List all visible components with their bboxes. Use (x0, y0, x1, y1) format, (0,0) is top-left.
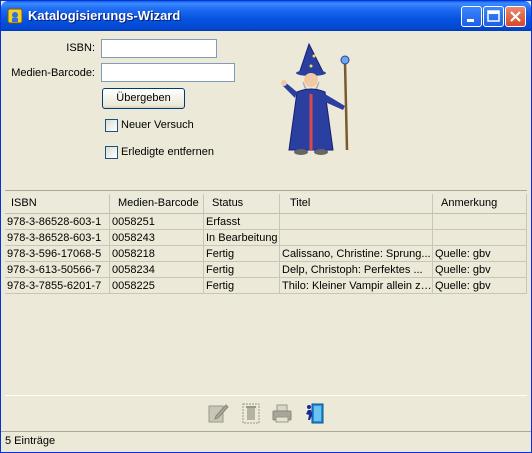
cell-status: Fertig (204, 278, 280, 294)
cell-isbn: 978-3-596-17068-5 (5, 246, 110, 262)
cell-title: Calissano, Christine: Sprung... (280, 246, 433, 262)
cell-isbn: 978-3-86528-603-1 (5, 214, 110, 230)
column-header-title[interactable]: Titel (280, 194, 433, 213)
isbn-input[interactable] (101, 39, 217, 58)
app-window: Katalogisierungs-Wizard ISBN: Medien-Bar… (0, 0, 532, 453)
cell-title (280, 214, 433, 230)
submit-button[interactable]: Übergeben (102, 88, 185, 109)
status-bar: 5 Einträge (1, 431, 531, 453)
column-header-isbn[interactable]: ISBN (5, 194, 110, 213)
table-row[interactable]: 978-3-86528-603-1 0058243 In Bearbeitung (5, 230, 527, 246)
minimize-button[interactable] (461, 6, 482, 27)
column-header-note[interactable]: Anmerkung (433, 194, 527, 213)
delete-icon[interactable] (240, 402, 262, 424)
wizard-mascot-icon (281, 42, 350, 155)
isbn-label: ISBN: (66, 42, 95, 54)
close-button[interactable] (505, 6, 526, 27)
table-header: ISBN Medien-Barcode Status Titel Anmerku… (5, 194, 527, 214)
exit-icon[interactable] (303, 402, 325, 424)
cell-note (433, 230, 527, 246)
maximize-button[interactable] (483, 6, 504, 27)
action-toolbar (5, 395, 527, 430)
retry-checkbox[interactable] (105, 119, 118, 132)
cell-barcode: 0058243 (110, 230, 204, 246)
cell-barcode: 0058234 (110, 262, 204, 278)
cell-note: Quelle: gbv (433, 278, 527, 294)
app-icon (7, 8, 23, 24)
cell-title: Delp, Christoph: Perfektes ... (280, 262, 433, 278)
cell-status: Erfasst (204, 214, 280, 230)
cell-isbn: 978-3-86528-603-1 (5, 230, 110, 246)
edit-icon[interactable] (207, 402, 229, 424)
cell-note (433, 214, 527, 230)
barcode-label: Medien-Barcode: (11, 67, 95, 79)
cell-status: In Bearbeitung (204, 230, 280, 246)
maximize-icon (487, 10, 500, 22)
cell-isbn: 978-3-613-50566-7 (5, 262, 110, 278)
close-icon (510, 11, 521, 22)
table-row[interactable]: 978-3-596-17068-5 0058218 Fertig Calissa… (5, 246, 527, 262)
table-row[interactable]: 978-3-86528-603-1 0058251 Erfasst (5, 214, 527, 230)
cell-note: Quelle: gbv (433, 246, 527, 262)
column-header-barcode[interactable]: Medien-Barcode (110, 194, 204, 213)
minimize-icon (467, 19, 474, 22)
remove-done-checkbox[interactable] (105, 146, 118, 159)
cell-title: Thilo: Kleiner Vampir allein zu... (280, 278, 433, 294)
table-row[interactable]: 978-3-613-50566-7 0058234 Fertig Delp, C… (5, 262, 527, 278)
cell-title (280, 230, 433, 246)
entry-count: 5 Einträge (5, 435, 56, 447)
cell-status: Fertig (204, 262, 280, 278)
cell-barcode: 0058251 (110, 214, 204, 230)
table-row[interactable]: 978-3-7855-6201-7 0058225 Fertig Thilo: … (5, 278, 527, 294)
cell-status: Fertig (204, 246, 280, 262)
cell-note: Quelle: gbv (433, 262, 527, 278)
input-form: ISBN: Medien-Barcode: Übergeben Neuer Ve… (5, 32, 527, 191)
cell-isbn: 978-3-7855-6201-7 (5, 278, 110, 294)
window-title: Katalogisierungs-Wizard (28, 8, 181, 23)
column-header-status[interactable]: Status (204, 194, 280, 213)
records-table: ISBN Medien-Barcode Status Titel Anmerku… (5, 194, 527, 394)
remove-done-checkbox-label: Erledigte entfernen (121, 146, 214, 158)
cell-barcode: 0058225 (110, 278, 204, 294)
title-bar[interactable]: Katalogisierungs-Wizard (1, 1, 531, 31)
retry-checkbox-label: Neuer Versuch (121, 119, 194, 131)
cell-barcode: 0058218 (110, 246, 204, 262)
barcode-input[interactable] (101, 63, 235, 82)
print-icon[interactable] (271, 402, 293, 424)
